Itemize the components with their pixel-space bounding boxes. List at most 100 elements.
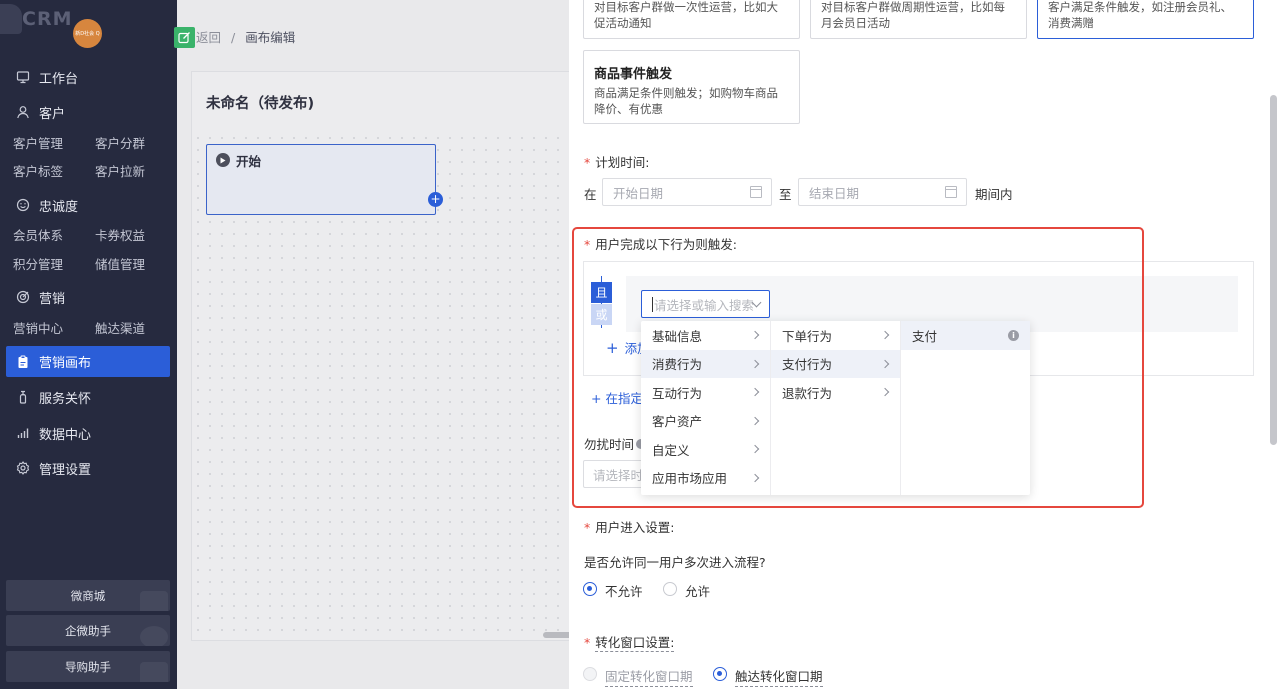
wecom-assistant-button[interactable]: 企微助手 xyxy=(6,615,170,646)
service-icon xyxy=(15,389,31,405)
option-label: 自定义 xyxy=(652,442,690,458)
radio-fixed-window-label[interactable]: 固定转化窗口期 xyxy=(605,666,693,687)
behavior-select-input[interactable]: 请选择或输入搜索 xyxy=(641,290,770,318)
nav-marketing-canvas[interactable]: 营销画布 xyxy=(6,346,170,377)
breadcrumb: 返回 / 画布编辑 xyxy=(196,27,295,46)
chevron-right-icon xyxy=(750,359,760,368)
nav-customer-tags[interactable]: 客户标签 xyxy=(13,161,63,180)
nav-touch-channels[interactable]: 触达渠道 xyxy=(95,318,145,337)
shop-avatar[interactable]: 新D社会 Q xyxy=(73,19,102,48)
breadcrumb-separator: / xyxy=(231,30,236,45)
trigger-card-desc: 对目标客户群做周期性运营，比如每月会员日活动 xyxy=(821,0,1005,30)
calendar-icon xyxy=(945,186,957,198)
logic-and-toggle[interactable]: 且 xyxy=(591,282,612,303)
nav-marketing[interactable]: 营销 xyxy=(0,283,177,311)
cascader-option-pay[interactable]: 支付 i xyxy=(901,321,1030,350)
canvas-title[interactable]: 未命名（待发布) xyxy=(206,92,314,113)
option-label: 支付行为 xyxy=(782,357,833,373)
cascader-option-payment-behavior[interactable]: 支付行为 xyxy=(771,349,900,378)
start-node[interactable]: 开始 + xyxy=(206,144,443,215)
info-icon[interactable]: i xyxy=(1008,330,1019,341)
start-node-label: 开始 xyxy=(236,154,262,169)
start-date-placeholder: 开始日期 xyxy=(613,185,664,201)
drawer-vertical-scrollbar[interactable] xyxy=(1270,95,1277,445)
quiet-time-label: 勿扰时间 xyxy=(584,434,647,453)
nav-points[interactable]: 积分管理 xyxy=(13,254,63,273)
trigger-card-product-event[interactable]: 商品事件触发 商品满足条件则触发；如购物车商品降价、有优惠 xyxy=(583,50,800,124)
cascader-option-customer-assets[interactable]: 客户资产 xyxy=(641,407,770,436)
cascader-level-1: 基础信息 消费行为 互动行为 客户资产 自定义 应用市场应用 xyxy=(641,321,771,495)
trigger-card-once[interactable]: 对目标客户群做一次性运营，比如大促活动通知 xyxy=(583,0,800,39)
nav-marketing-center[interactable]: 营销中心 xyxy=(13,318,63,337)
required-mark: * xyxy=(584,520,591,535)
quiet-time-input[interactable]: 请选择时间 xyxy=(583,460,643,488)
end-date-input[interactable]: 结束日期 xyxy=(798,178,967,206)
option-label: 互动行为 xyxy=(652,385,703,401)
plan-time-prefix: 在 xyxy=(584,187,597,202)
logo-mark xyxy=(0,4,22,34)
chevron-right-icon xyxy=(750,416,760,425)
add-node-icon[interactable]: + xyxy=(428,192,443,207)
radio-touch-window[interactable] xyxy=(713,667,727,681)
cascader-option-basic-info[interactable]: 基础信息 xyxy=(641,321,770,350)
weishop-label: 微商城 xyxy=(70,588,106,603)
option-label: 应用市场应用 xyxy=(652,471,728,487)
nav-label: 忠诚度 xyxy=(39,199,79,215)
nav-member-system[interactable]: 会员体系 xyxy=(13,225,63,244)
cascader-option-consumption[interactable]: 消费行为 xyxy=(641,349,770,378)
nav-customer-manage[interactable]: 客户管理 xyxy=(13,133,63,152)
entry-question: 是否允许同一用户多次进入流程? xyxy=(584,555,766,570)
radio-disallow-label[interactable]: 不允许 xyxy=(605,581,643,600)
cascader-option-custom[interactable]: 自定义 xyxy=(641,435,770,464)
radio-fixed-window[interactable] xyxy=(583,667,597,681)
trigger-card-desc: 对目标客户群做一次性运营，比如大促活动通知 xyxy=(594,0,778,30)
nav-label: 营销画布 xyxy=(39,356,92,371)
back-link[interactable]: 返回 xyxy=(196,30,221,45)
nav-settings[interactable]: 管理设置 xyxy=(0,454,177,482)
plus-icon: + xyxy=(606,339,619,357)
edit-icon[interactable] xyxy=(174,27,195,48)
nav-customer[interactable]: 客户 xyxy=(0,98,177,126)
target-icon xyxy=(15,289,31,305)
behavior-label-text: 用户完成以下行为则触发: xyxy=(595,237,737,252)
radio-allow[interactable] xyxy=(663,582,677,596)
bar-chart-icon xyxy=(15,425,31,441)
trigger-card-desc: 商品满足条件则触发；如购物车商品降价、有优惠 xyxy=(594,86,778,116)
nav-customer-segment[interactable]: 客户分群 xyxy=(95,133,145,152)
canvas-header: 未命名（待发布) xyxy=(192,72,590,130)
clipboard-icon xyxy=(15,354,31,370)
entry-settings-label: * 用户进入设置: xyxy=(584,517,674,536)
flow-canvas[interactable]: 未命名（待发布) 开始 + xyxy=(191,71,591,641)
behavior-select-placeholder: 请选择或输入搜索 xyxy=(654,297,755,313)
trigger-card-event[interactable]: 客户满足条件触发，如注册会员礼、消费满赠 xyxy=(1037,0,1254,39)
cascader-option-order[interactable]: 下单行为 xyxy=(771,321,900,350)
app-logo-text: CRM xyxy=(22,8,73,30)
chat-icon xyxy=(140,626,168,646)
radio-touch-window-label[interactable]: 触达转化窗口期 xyxy=(735,666,823,687)
nav-stored-value[interactable]: 储值管理 xyxy=(95,254,145,273)
breadcrumb-current: 画布编辑 xyxy=(245,30,296,45)
nav-customer-acquire[interactable]: 客户拉新 xyxy=(95,161,145,180)
chevron-right-icon xyxy=(750,387,760,397)
plan-time-label: * 计划时间: xyxy=(584,152,649,171)
nav-loyalty[interactable]: 忠诚度 xyxy=(0,191,177,219)
cascader-level-3: 支付 i xyxy=(901,321,1030,495)
nav-workbench[interactable]: 工作台 xyxy=(0,63,177,91)
nav-coupon-rights[interactable]: 卡券权益 xyxy=(95,225,145,244)
radio-allow-label[interactable]: 允许 xyxy=(685,581,710,600)
shopping-guide-button[interactable]: 导购助手 xyxy=(6,651,170,682)
start-date-input[interactable]: 开始日期 xyxy=(602,178,772,206)
trigger-card-periodic[interactable]: 对目标客户群做周期性运营，比如每月会员日活动 xyxy=(810,0,1027,39)
nav-service-care[interactable]: 服务关怀 xyxy=(0,383,177,411)
cascader-option-app-market[interactable]: 应用市场应用 xyxy=(641,464,770,493)
weishop-button[interactable]: 微商城 xyxy=(6,580,170,611)
cascader-option-interaction[interactable]: 互动行为 xyxy=(641,378,770,407)
cascader-option-refund[interactable]: 退款行为 xyxy=(771,378,900,407)
conversion-settings-label-text: 转化窗口设置: xyxy=(595,635,675,652)
nav-data-center[interactable]: 数据中心 xyxy=(0,419,177,447)
chevron-right-icon xyxy=(880,359,890,368)
logic-or-toggle[interactable]: 或 xyxy=(591,304,612,325)
behavior-label: * 用户完成以下行为则触发: xyxy=(584,234,737,253)
radio-disallow[interactable] xyxy=(583,582,597,596)
monitor-icon xyxy=(15,69,31,85)
